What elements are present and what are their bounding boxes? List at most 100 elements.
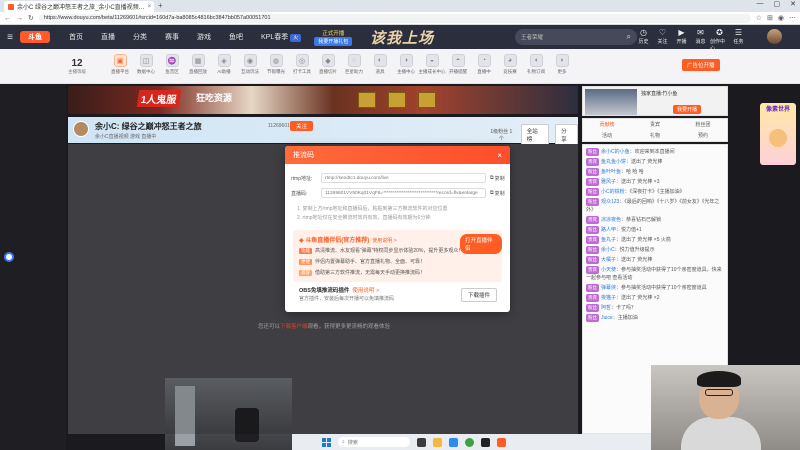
tool-item[interactable]: ◕ 竞技赛 — [497, 54, 523, 75]
maximize-button[interactable]: ▢ — [774, 0, 781, 8]
floating-assistant-icon[interactable] — [4, 252, 14, 262]
chat-username[interactable]: 小C的铁粉 — [601, 189, 625, 195]
extensions-icon[interactable]: ⊞ — [767, 14, 773, 22]
chat-username[interactable]: 小天使 — [601, 267, 616, 273]
promo-start-live-button[interactable]: 我要开播 — [673, 105, 702, 114]
nav-home[interactable]: 首页 — [69, 32, 83, 42]
nav-kpl[interactable]: KPL春季火 — [261, 32, 302, 42]
right-panel-tab[interactable]: 活动 — [583, 130, 631, 141]
star-icon[interactable]: ☆ — [756, 14, 762, 22]
close-icon[interactable]: × — [497, 151, 502, 160]
promo-thumbnail[interactable] — [585, 89, 637, 115]
tool-item[interactable]: ♒ 鱼音区 — [159, 54, 185, 75]
forward-icon[interactable]: → — [16, 15, 23, 22]
nav-esports[interactable]: 赛事 — [165, 32, 179, 42]
open-live-button[interactable]: 我要开播礼包 — [314, 36, 353, 46]
search-input[interactable]: 王者荣耀 ⌕ — [515, 29, 637, 45]
anchor-level[interactable]: 12 主播等级 — [68, 58, 86, 75]
streamer-avatar[interactable] — [73, 121, 89, 137]
tool-item[interactable]: ◔ 直播中 — [471, 54, 497, 75]
chat-username[interactable]: 夜猫子 — [601, 295, 616, 301]
minimize-button[interactable]: — — [757, 0, 764, 8]
tool-item[interactable]: ◖ 礼物订阅 — [523, 54, 549, 75]
tool-item[interactable]: ◆ 直播切片 — [315, 54, 341, 75]
tool-item[interactable]: ◐ 道具 — [367, 54, 393, 75]
chat-username[interactable]: 路人甲 — [601, 227, 616, 233]
tool-item[interactable]: ◌ 巨星助力 — [341, 54, 367, 75]
profile-icon[interactable]: ◉ — [778, 14, 784, 22]
chat-username[interactable]: Juice — [601, 315, 613, 321]
tool-item[interactable]: ▣ 直播平台 — [107, 54, 133, 75]
tool-item[interactable]: ◓ 开播提醒 — [445, 54, 471, 75]
chat-username[interactable]: 大橘子 — [601, 257, 616, 263]
menu-icon[interactable]: ≡ — [0, 32, 20, 43]
chat-username[interactable]: 余小C — [601, 247, 615, 253]
tool-item[interactable]: ◫ 数据中心 — [133, 54, 159, 75]
close-tab-icon[interactable]: × — [148, 4, 152, 10]
nav-games[interactable]: 游戏 — [197, 32, 211, 42]
stream-code-field[interactable]: 11269601VV50Kq01VqF6=*******************… — [321, 188, 486, 198]
tool-item[interactable]: ▦ 直播回放 — [185, 54, 211, 75]
nav-live[interactable]: 直播 — [101, 32, 115, 42]
user-avatar[interactable] — [767, 29, 782, 44]
right-panel-tab[interactable]: 礼物 — [631, 130, 679, 141]
chat-username[interactable]: 弹幕侠 — [601, 285, 616, 291]
promo-guide-link[interactable]: 使用说明 > — [372, 238, 396, 244]
close-window-button[interactable]: ✕ — [790, 0, 796, 8]
copy-rtmp-button[interactable]: ⧉ 复制 — [490, 175, 505, 182]
tool-item[interactable]: ◗ 更多 — [549, 54, 575, 75]
chat-username[interactable]: 鱼丸子 — [601, 237, 616, 243]
tool-item[interactable]: ◉ 互动玩法 — [237, 54, 263, 75]
reload-icon[interactable]: ↻ — [28, 14, 34, 22]
douyu-app-icon[interactable] — [497, 437, 506, 447]
right-panel-tab[interactable]: 贡献榜 — [583, 119, 631, 130]
right-panel-tab[interactable]: 贵宾 — [631, 119, 679, 130]
right-panel-tab[interactable]: 粉丝团 — [679, 119, 727, 130]
nav-yuba[interactable]: 鱼吧 — [229, 32, 243, 42]
chat-username[interactable]: 阿哲 — [601, 305, 611, 311]
tool-item[interactable]: ◒ 主播成长中心 — [419, 54, 446, 75]
chat-text: ：悦力值升级提示 — [614, 247, 655, 253]
douyu-logo[interactable]: 斗鱼 — [20, 31, 50, 43]
tool-item[interactable]: ◎ 打卡工具 — [289, 54, 315, 75]
copy-code-button[interactable]: ⧉ 复制 — [490, 190, 505, 197]
chat-badge: 粉丝 — [586, 256, 599, 264]
chat-text: ：送出了 荧光棒 ×3 — [616, 179, 660, 185]
search-icon[interactable]: ⌕ — [627, 32, 631, 42]
tool-item[interactable]: ◍ 节假曝光 — [263, 54, 289, 75]
taskbar-search[interactable]: ⌕ 搜索 — [338, 437, 410, 447]
rtmp-field[interactable]: rtmp://sendtc1.douyu.com/live — [321, 173, 486, 183]
side-ad[interactable]: 像素世界 — [760, 103, 796, 165]
tool-item[interactable]: ◈ AI助播 — [211, 54, 237, 75]
chat-username[interactable]: 余小C的小鱼 — [601, 149, 630, 155]
open-live-promo[interactable]: 正式开播 我要开播礼包 — [314, 29, 353, 46]
edge-icon[interactable] — [449, 437, 458, 447]
share-button[interactable]: 分享 — [555, 124, 579, 146]
chat-username[interactable]: 鱼叶叶鱼 — [601, 169, 621, 175]
open-live-companion-button[interactable]: 打开直播伴侣 — [460, 234, 502, 254]
url-field[interactable]: https://www.douyu.com/beta/11269601#srci… — [38, 13, 751, 23]
start-icon[interactable] — [322, 437, 331, 447]
chat-username[interactable]: 凉凉夜色 — [601, 217, 621, 223]
rank-button[interactable]: 全站榜 — [520, 124, 550, 146]
download-plugin-button[interactable]: 下载插件 — [461, 288, 498, 302]
ad-banner[interactable]: 1人鬼服 狂吃资源 — [68, 86, 578, 114]
chat-username[interactable]: 雅风子 — [601, 179, 616, 185]
follow-button[interactable]: 关注 — [290, 121, 314, 131]
obs-guide-link[interactable]: 使用说明 > — [352, 288, 379, 294]
nav-category[interactable]: 分类 — [133, 32, 147, 42]
tool-item[interactable]: ◑ 主播中心 — [393, 54, 419, 75]
task-view-icon[interactable] — [417, 437, 426, 447]
obs-icon[interactable] — [481, 437, 490, 447]
broadcast-ad-button[interactable]: 广告位开播 — [682, 59, 720, 71]
right-panel-tab[interactable]: 预约 — [679, 130, 727, 141]
chat-badge: 粉丝 — [586, 284, 599, 292]
chat-username[interactable]: 鱼丸鱼小饼 — [601, 159, 626, 165]
back-icon[interactable]: ← — [4, 15, 11, 22]
new-tab-button[interactable]: + — [158, 1, 163, 10]
chrome-icon[interactable] — [465, 437, 474, 447]
more-icon[interactable]: ⋯ — [789, 14, 796, 22]
browser-tab[interactable]: 余小C 绿谷之巅冲怒王者之旅_余小C直播视频… × — [4, 1, 154, 12]
file-explorer-icon[interactable] — [433, 437, 442, 447]
chat-username[interactable]: 观众123 — [601, 199, 619, 205]
